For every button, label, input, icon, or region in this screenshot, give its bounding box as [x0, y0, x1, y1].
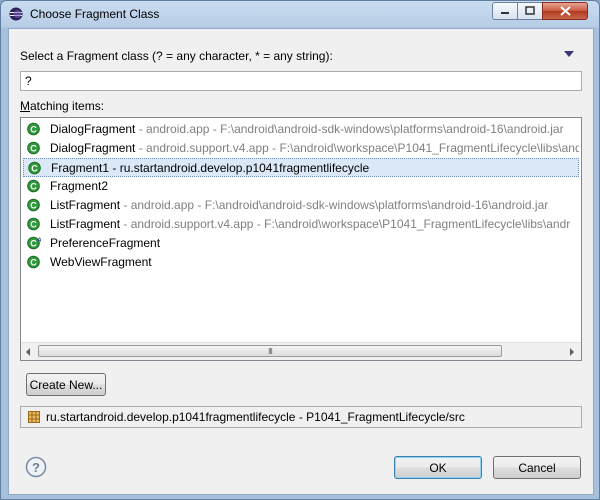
class-name: DialogFragment	[50, 141, 136, 155]
ok-button[interactable]: OK	[394, 456, 482, 479]
list-item-label: WebViewFragment	[50, 255, 152, 269]
filter-prompt-label: Select a Fragment class (? = any charact…	[20, 49, 333, 63]
window-title: Choose Fragment Class	[30, 7, 160, 21]
svg-text:C: C	[30, 220, 37, 230]
class-name: ListFragment	[50, 217, 121, 231]
svg-text:C: C	[30, 201, 37, 211]
list-item[interactable]: C DialogFragment - android.support.v4.app…	[23, 139, 579, 158]
class-icon: C	[27, 217, 40, 231]
svg-text:C: C	[30, 144, 37, 154]
scrollbar-thumb[interactable]: III	[38, 345, 502, 357]
class-icon: C	[28, 161, 41, 175]
svg-text:C: C	[30, 182, 37, 192]
list-item-label: PreferenceFragment	[50, 236, 160, 250]
create-new-button[interactable]: Create New...	[26, 373, 106, 396]
package-icon	[28, 411, 40, 423]
dialog-window: Choose Fragment Class Select a Fragment …	[0, 0, 600, 500]
svg-text:C: C	[30, 258, 37, 268]
maximize-icon	[525, 6, 535, 15]
scroll-left-icon[interactable]	[26, 348, 30, 356]
list-item[interactable]: CA PreferenceFragment	[23, 234, 579, 253]
scroll-right-icon[interactable]	[570, 348, 574, 356]
svg-text:C: C	[30, 239, 37, 249]
package-location-text: ru.startandroid.develop.p1041fragmentlif…	[46, 410, 465, 424]
help-icon[interactable]: ?	[25, 456, 47, 478]
class-icon: C	[27, 198, 40, 212]
filter-input[interactable]	[20, 71, 582, 91]
list-item[interactable]: C Fragment1 - ru.startandroid.develop.p10…	[23, 158, 579, 177]
svg-text:?: ?	[32, 460, 40, 475]
list-item[interactable]: C DialogFragment - android.app - F:\andro…	[23, 120, 579, 139]
class-icon: C	[27, 179, 40, 193]
class-qualifier: - android.app - F:\android\android-sdk-w…	[120, 198, 549, 212]
package-location-field: ru.startandroid.develop.p1041fragmentlif…	[20, 406, 582, 428]
list-item[interactable]: C Fragment2	[23, 177, 579, 196]
class-qualifier: - android.support.v4.app - F:\android\wo…	[135, 141, 579, 155]
class-qualifier: - android.app - F:\android\android-sdk-w…	[135, 122, 564, 136]
eclipse-icon	[9, 7, 23, 21]
abstract-class-icon: CA	[27, 236, 41, 250]
class-name: PreferenceFragment	[50, 236, 161, 250]
list-item-label: ListFragment - android.support.v4.app - …	[50, 217, 570, 231]
list-item-label: Fragment2	[50, 179, 108, 193]
class-name: DialogFragment	[50, 122, 136, 136]
list-item[interactable]: C WebViewFragment	[23, 253, 579, 272]
minimize-button[interactable]	[492, 2, 518, 20]
class-name: Fragment1	[51, 161, 110, 175]
matching-items-label: Matching items:	[20, 99, 104, 113]
matching-items-list[interactable]: C DialogFragment - android.app - F:\andro…	[20, 117, 582, 361]
list-item-label: Fragment1 - ru.startandroid.develop.p104…	[51, 161, 369, 175]
dialog-content: Select a Fragment class (? = any charact…	[8, 28, 594, 495]
svg-text:C: C	[30, 125, 37, 135]
class-name: WebViewFragment	[50, 255, 152, 269]
class-qualifier: - android.support.v4.app - F:\android\wo…	[120, 217, 571, 231]
list-item[interactable]: C ListFragment - android.app - F:\android…	[23, 196, 579, 215]
class-name: ListFragment	[50, 198, 121, 212]
matching-items-label-rest: atching items:	[30, 99, 105, 113]
svg-text:A: A	[37, 238, 41, 244]
matching-items-mnemonic: M	[20, 99, 30, 113]
list-item-label: ListFragment - android.app - F:\android\…	[50, 198, 548, 212]
maximize-button[interactable]	[517, 2, 543, 20]
view-menu-dropdown-icon[interactable]	[564, 51, 574, 57]
list-item[interactable]: C ListFragment - android.support.v4.app -…	[23, 215, 579, 234]
list-item-label: DialogFragment - android.app - F:\androi…	[50, 122, 564, 136]
cancel-button[interactable]: Cancel	[493, 456, 581, 479]
class-qualifier: - ru.startandroid.develop.p1041fragmentl…	[109, 161, 370, 175]
svg-text:C: C	[31, 164, 38, 174]
class-icon: C	[27, 122, 40, 136]
close-button[interactable]	[542, 2, 588, 20]
class-icon: C	[27, 141, 40, 155]
close-icon	[559, 6, 571, 16]
title-bar[interactable]: Choose Fragment Class	[1, 1, 599, 27]
minimize-icon	[501, 12, 509, 14]
class-icon: C	[27, 255, 40, 269]
horizontal-scrollbar[interactable]: III	[21, 342, 581, 360]
list-item-label: DialogFragment - android.support.v4.app …	[50, 141, 579, 155]
class-name: Fragment2	[50, 179, 109, 193]
